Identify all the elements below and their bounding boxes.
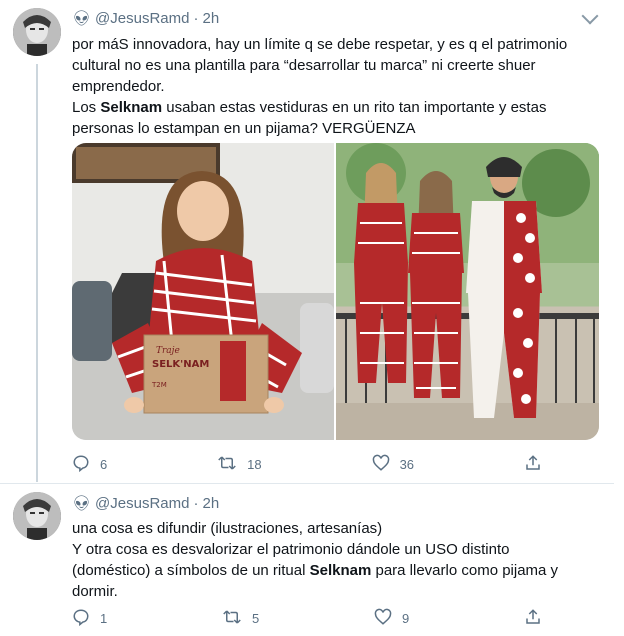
heart-icon bbox=[372, 454, 390, 475]
retweet-icon bbox=[222, 608, 242, 629]
bold-keyword: Selknam bbox=[309, 562, 372, 579]
tweet-text: por máS innovadora, hay un límite q se d… bbox=[72, 34, 592, 139]
photo-illustration bbox=[336, 143, 599, 440]
text-span: para llevarlo como pijama y bbox=[371, 562, 559, 579]
text-span: (doméstico) a símbolos de un ritual bbox=[72, 562, 310, 579]
box-text: T2M bbox=[151, 381, 167, 389]
alien-icon: 👽︎ bbox=[72, 10, 92, 27]
photo-three-people[interactable] bbox=[336, 143, 599, 440]
separator-dot: · bbox=[193, 9, 199, 27]
chevron-down-icon[interactable] bbox=[581, 7, 599, 25]
tweet-text-line: personas lo estampan en un pijama? VERGÜ… bbox=[72, 120, 416, 137]
avatar-photo bbox=[13, 8, 61, 56]
tweet-text-line: (doméstico) a símbolos de un ritual Selk… bbox=[72, 560, 592, 581]
photo-illustration: Traje SELK'NAM T2M bbox=[72, 143, 334, 440]
retweet-button[interactable]: 5 bbox=[222, 608, 259, 629]
reply-count: 6 bbox=[100, 457, 108, 472]
media-grid[interactable]: Traje SELK'NAM T2M bbox=[72, 143, 599, 440]
user-handle[interactable]: @JesusRamd bbox=[95, 495, 189, 512]
like-button[interactable]: 36 bbox=[372, 454, 414, 475]
separator-dot: · bbox=[193, 494, 199, 512]
reply-button[interactable]: 6 bbox=[72, 454, 107, 475]
share-icon bbox=[524, 454, 542, 475]
reply-icon bbox=[72, 454, 90, 475]
reply-button[interactable]: 1 bbox=[72, 608, 107, 629]
tweet-header: 👽︎ @JesusRamd · 2h bbox=[72, 494, 219, 513]
retweet-count: 5 bbox=[252, 611, 260, 626]
retweet-icon bbox=[217, 454, 237, 475]
avatar[interactable] bbox=[13, 492, 61, 540]
like-button[interactable]: 9 bbox=[374, 608, 409, 629]
share-button[interactable] bbox=[524, 608, 542, 629]
retweet-button[interactable]: 18 bbox=[217, 454, 262, 475]
tweet-header: 👽︎ @JesusRamd · 2h bbox=[72, 9, 219, 28]
user-handle[interactable]: @JesusRamd bbox=[95, 10, 189, 27]
tweet[interactable]: 👽︎ @JesusRamd · 2h una cosa es difundir … bbox=[0, 484, 624, 636]
tweet-text: una cosa es difundir (ilustraciones, art… bbox=[72, 518, 592, 602]
tweet-text-line: por máS innovadora, hay un límite q se d… bbox=[72, 36, 568, 53]
action-bar: 6 18 36 bbox=[72, 454, 542, 475]
box-text: Traje bbox=[156, 346, 180, 356]
photo-woman-with-box[interactable]: Traje SELK'NAM T2M bbox=[72, 143, 334, 440]
retweet-count: 18 bbox=[247, 457, 262, 472]
heart-icon bbox=[374, 608, 392, 629]
reply-icon bbox=[72, 608, 90, 629]
alien-icon: 👽︎ bbox=[72, 495, 92, 512]
action-bar: 1 5 9 bbox=[72, 608, 542, 629]
text-span: Los bbox=[72, 99, 101, 116]
thread-connector bbox=[36, 64, 38, 482]
tweet-text-line: una cosa es difundir (ilustraciones, art… bbox=[72, 520, 383, 537]
tweet-text-line: dormir. bbox=[72, 583, 118, 600]
bold-keyword: Selknam bbox=[100, 99, 163, 116]
box-text: SELK'NAM bbox=[152, 359, 209, 370]
like-count: 36 bbox=[399, 457, 415, 472]
tweet[interactable]: 👽︎ @JesusRamd · 2h por máS innovadora, h… bbox=[0, 0, 624, 484]
avatar[interactable] bbox=[13, 8, 61, 56]
timestamp[interactable]: 2h bbox=[202, 10, 219, 27]
share-button[interactable] bbox=[524, 454, 542, 475]
tweet-text-line: cultural no es una plantilla para “desar… bbox=[72, 57, 536, 74]
text-span: usaban estas vestiduras en un rito tan i… bbox=[162, 99, 547, 116]
share-icon bbox=[524, 608, 542, 629]
tweet-text-line: emprendedor. bbox=[72, 78, 165, 95]
timestamp[interactable]: 2h bbox=[202, 495, 219, 512]
avatar-photo bbox=[13, 492, 61, 540]
tweet-text-line: Y otra cosa es desvalorizar el patrimoni… bbox=[72, 541, 510, 558]
tweet-text-line: Los Selknam usaban estas vestiduras en u… bbox=[72, 97, 592, 118]
like-count: 9 bbox=[402, 611, 410, 626]
reply-count: 1 bbox=[100, 611, 108, 626]
